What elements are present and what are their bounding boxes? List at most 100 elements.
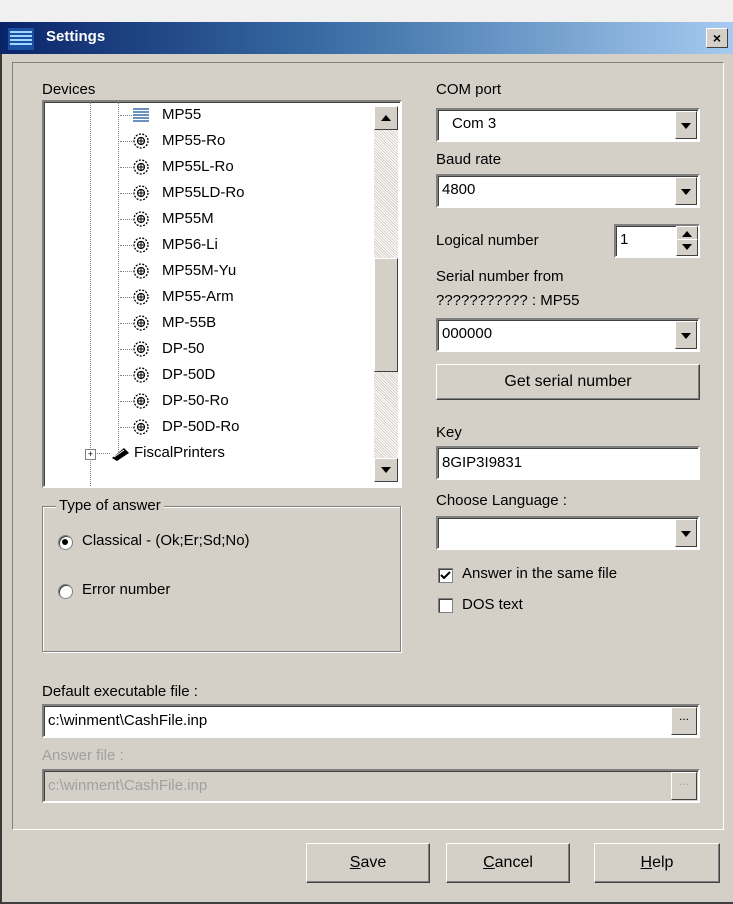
key-input[interactable]: 8GIP3I9831 [436, 446, 700, 480]
tree-item[interactable]: MP55L-Ro [44, 154, 374, 180]
tree-item[interactable]: DP-50-Ro [44, 388, 374, 414]
help-mnemonic: H [640, 854, 653, 871]
default-exe-input[interactable]: c:\winment\CashFile.inp ... [42, 704, 700, 738]
tree-item-label: MP55M [162, 210, 214, 227]
save-mnemonic: S [349, 854, 361, 871]
dos-text-label[interactable]: DOS text [462, 596, 523, 613]
default-exe-label: Default executable file : [42, 683, 198, 700]
window-title: Settings [46, 28, 106, 45]
tree-item-label: MP55LD-Ro [162, 184, 245, 201]
chevron-down-icon[interactable] [675, 519, 697, 547]
chevron-down-icon[interactable] [675, 111, 697, 139]
answer-file-label: Answer file : [42, 747, 124, 764]
answer-file-value: c:\winment\CashFile.inp [48, 777, 208, 794]
cancel-mnemonic: C [483, 854, 495, 871]
background-app-strip [0, 0, 733, 22]
device-gear-icon [132, 262, 150, 280]
tree-connector [120, 245, 132, 246]
tree-item-label: FiscalPrinters [134, 444, 225, 461]
scroll-up-button[interactable] [374, 106, 398, 130]
tree-item[interactable]: MP55M-Yu [44, 258, 374, 284]
key-label: Key [436, 424, 462, 441]
tree-connector [120, 271, 132, 272]
answer-same-file-label[interactable]: Answer in the same file [462, 565, 617, 582]
tree-item[interactable]: DP-50 [44, 336, 374, 362]
language-select[interactable] [436, 516, 700, 550]
baud-rate-value: 4800 [442, 181, 476, 198]
devices-scrollbar[interactable] [374, 106, 398, 482]
chevron-down-icon[interactable] [675, 177, 697, 205]
radio-error-number[interactable] [58, 584, 73, 599]
serial-number-select[interactable]: 000000 [436, 318, 700, 352]
tree-item-label: MP-55B [162, 314, 217, 331]
expand-toggle-icon[interactable]: + [85, 449, 96, 460]
devices-tree[interactable]: MP55 MP55-Ro MP55L-Ro MP55LD-Ro MP55M MP56-Li… [42, 100, 402, 488]
device-gear-icon [132, 418, 150, 436]
close-button[interactable]: × [706, 28, 728, 48]
baud-rate-select[interactable]: 4800 [436, 174, 700, 208]
tree-item[interactable]: MP55-Arm [44, 284, 374, 310]
title-bar[interactable] [0, 22, 733, 54]
device-gear-icon [132, 340, 150, 358]
tree-connector [120, 427, 132, 428]
chevron-down-icon[interactable] [675, 321, 697, 349]
save-button[interactable]: Save [306, 843, 430, 883]
logical-number-value: 1 [620, 231, 629, 248]
serial-number-value: 000000 [442, 325, 493, 342]
tree-connector [120, 401, 132, 402]
serial-label-line2: ??????????? : MP55 [436, 292, 580, 309]
com-port-value: Com 3 [452, 115, 497, 132]
tree-connector [120, 115, 132, 116]
cancel-label: ancel [494, 854, 533, 871]
tree-item[interactable]: MP55M [44, 206, 374, 232]
tree-item-label: DP-50D-Ro [162, 418, 240, 435]
tree-connector [120, 193, 132, 194]
save-label: ave [360, 854, 387, 871]
radio-classical-label[interactable]: Classical - (Ok;Er;Sd;No) [82, 532, 250, 549]
tree-item-label: DP-50-Ro [162, 392, 229, 409]
device-gear-icon [132, 184, 150, 202]
tree-item-label: DP-50 [162, 340, 205, 357]
tree-connector [120, 349, 132, 350]
answer-type-group [42, 506, 401, 652]
printer-folder-icon [110, 444, 129, 462]
device-gear-icon [132, 132, 150, 150]
tree-item-label: MP56-Li [162, 236, 218, 253]
cancel-button[interactable]: Cancel [446, 843, 570, 883]
tree-item[interactable]: + FiscalPrinters [44, 440, 374, 466]
com-port-select[interactable]: Com 3 [436, 108, 700, 142]
scroll-down-button[interactable] [374, 458, 398, 482]
spin-down-button[interactable] [676, 239, 698, 256]
tree-item-label: MP55-Arm [162, 288, 234, 305]
serial-label-line1: Serial number from [436, 268, 564, 285]
default-exe-value: c:\winment\CashFile.inp [48, 712, 208, 729]
tree-connector [94, 453, 110, 454]
scroll-thumb[interactable] [374, 258, 398, 372]
answer-file-input: c:\winment\CashFile.inp ... [42, 769, 700, 803]
com-port-label: COM port [436, 81, 502, 98]
tree-item-label: MP55L-Ro [162, 158, 234, 175]
get-serial-number-button[interactable]: Get serial number [436, 364, 700, 400]
logical-number-spinner[interactable]: 1 [614, 224, 700, 258]
device-gear-icon [132, 288, 150, 306]
tree-item[interactable]: DP-50D-Ro [44, 414, 374, 440]
radio-classical[interactable] [58, 535, 73, 550]
radio-error-number-label[interactable]: Error number [82, 581, 170, 598]
help-label: elp [652, 854, 674, 871]
help-button[interactable]: Help [594, 843, 720, 883]
tree-item[interactable]: MP55 [44, 102, 374, 128]
tree-item[interactable]: MP55-Ro [44, 128, 374, 154]
tree-item[interactable]: MP-55B [44, 310, 374, 336]
tree-item[interactable]: DP-50D [44, 362, 374, 388]
answer-same-file-checkbox[interactable] [438, 568, 453, 583]
device-gear-icon [132, 236, 150, 254]
dos-text-checkbox[interactable] [438, 598, 453, 613]
tree-item[interactable]: MP55LD-Ro [44, 180, 374, 206]
tree-connector [120, 297, 132, 298]
tree-connector [120, 323, 132, 324]
device-gear-icon [132, 366, 150, 384]
radio-selected-dot [62, 539, 68, 545]
language-label: Choose Language : [436, 492, 567, 509]
browse-button[interactable]: ... [671, 707, 697, 735]
tree-item[interactable]: MP56-Li [44, 232, 374, 258]
